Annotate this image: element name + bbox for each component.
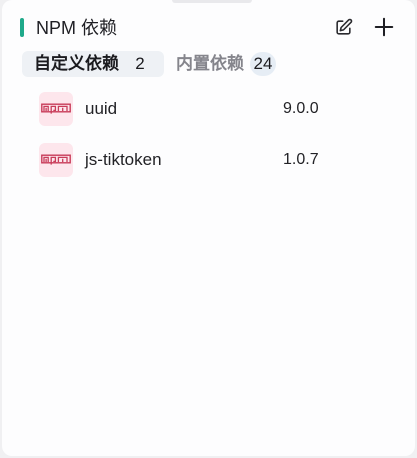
count-badge: 2	[135, 54, 145, 73]
plus-icon	[374, 17, 394, 37]
dependency-row[interactable]: js-tiktoken 1.0.7	[39, 143, 339, 177]
tab-label: 内置依赖	[176, 54, 244, 73]
tab-label: 自定义依赖	[34, 54, 119, 73]
tab-builtin-dependencies[interactable]: 内置依赖 24	[168, 51, 288, 77]
dependency-version: 9.0.0	[283, 100, 319, 117]
title-accent-bar	[20, 18, 24, 37]
npm-icon	[39, 143, 73, 177]
dependency-name: js-tiktoken	[85, 150, 162, 169]
dependency-name: uuid	[85, 99, 118, 118]
panel-header: NPM 依赖	[20, 14, 400, 40]
dependency-version: 1.0.7	[283, 151, 319, 168]
add-dependency-button[interactable]	[372, 15, 396, 39]
npm-icon	[39, 92, 73, 126]
panel-title: NPM 依赖	[36, 18, 117, 38]
dependency-row[interactable]: uuid 9.0.0	[39, 92, 339, 126]
count-badge: 24	[250, 52, 276, 76]
panel-top-edge	[172, 0, 252, 3]
edit-icon	[335, 18, 352, 35]
edit-button[interactable]	[331, 15, 355, 39]
tab-custom-dependencies[interactable]: 自定义依赖 2	[22, 51, 164, 77]
npm-dependencies-panel: NPM 依赖 自定义依赖 2 内置依赖 24 uuid 9.0.0 js-tik…	[2, 0, 415, 456]
